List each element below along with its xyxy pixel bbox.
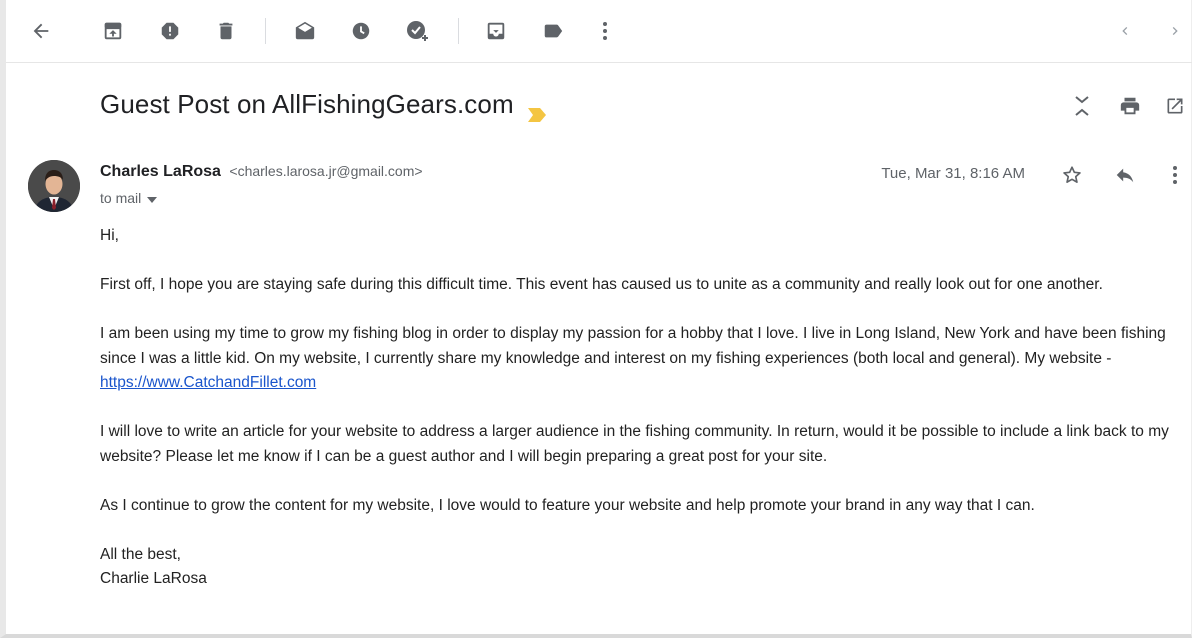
archive-icon[interactable] xyxy=(98,16,128,46)
email-subject: Guest Post on AllFishingGears.com xyxy=(100,89,514,119)
importance-marker-icon[interactable] xyxy=(527,98,548,122)
greeting: Hi, xyxy=(100,227,119,244)
add-to-tasks-icon[interactable] xyxy=(403,16,433,46)
body-paragraph: As I continue to grow the content for my… xyxy=(100,496,1035,514)
chevron-down-icon[interactable] xyxy=(147,190,158,206)
subject-line: Guest Post on AllFishingGears.com xyxy=(100,89,548,122)
toolbar-divider xyxy=(458,18,459,44)
snooze-icon[interactable] xyxy=(346,16,376,46)
prev-icon[interactable] xyxy=(1110,16,1140,46)
signature: Charlie LaRosa xyxy=(100,570,207,587)
delete-icon[interactable] xyxy=(211,16,241,46)
open-in-new-window-icon[interactable] xyxy=(1161,92,1189,120)
labels-icon[interactable] xyxy=(538,16,568,46)
body-paragraph: I will love to write an article for your… xyxy=(100,423,1169,465)
email-date: Tue, Mar 31, 8:16 AM xyxy=(881,165,1025,182)
mark-unread-icon[interactable] xyxy=(290,16,320,46)
sender-email: <charles.larosa.jr@gmail.com> xyxy=(229,163,423,179)
print-icon[interactable] xyxy=(1116,92,1144,120)
star-icon[interactable] xyxy=(1057,160,1087,190)
sender-line: Charles LaRosa <charles.larosa.jr@gmail.… xyxy=(100,163,423,181)
email-body: Hi, First off, I hope you are staying sa… xyxy=(100,224,1190,592)
body-paragraph-text: I am been using my time to grow my fishi… xyxy=(100,325,1166,367)
sender-name[interactable]: Charles LaRosa xyxy=(100,163,221,180)
website-link[interactable]: https://www.CatchandFillet.com xyxy=(100,374,316,391)
email-view: Guest Post on AllFishingGears.com Charle… xyxy=(0,0,1192,638)
expand-all-icon[interactable] xyxy=(1068,92,1096,120)
avatar[interactable] xyxy=(28,160,80,212)
signoff: All the best, xyxy=(100,545,181,563)
recipient-label: to mail xyxy=(100,190,142,206)
body-paragraph: I am been using my time to grow my fishi… xyxy=(100,322,1190,396)
toolbar xyxy=(6,0,1192,63)
next-icon[interactable] xyxy=(1160,16,1190,46)
recipient-details-toggle[interactable]: to mail xyxy=(100,190,158,206)
move-to-icon[interactable] xyxy=(481,16,511,46)
reply-icon[interactable] xyxy=(1110,160,1140,190)
body-paragraph: First off, I hope you are staying safe d… xyxy=(100,276,1103,293)
back-arrow-icon[interactable] xyxy=(26,16,56,46)
more-vert-icon[interactable] xyxy=(1160,160,1190,190)
toolbar-divider xyxy=(265,18,266,44)
more-vert-icon[interactable] xyxy=(590,16,620,46)
report-spam-icon[interactable] xyxy=(155,16,185,46)
